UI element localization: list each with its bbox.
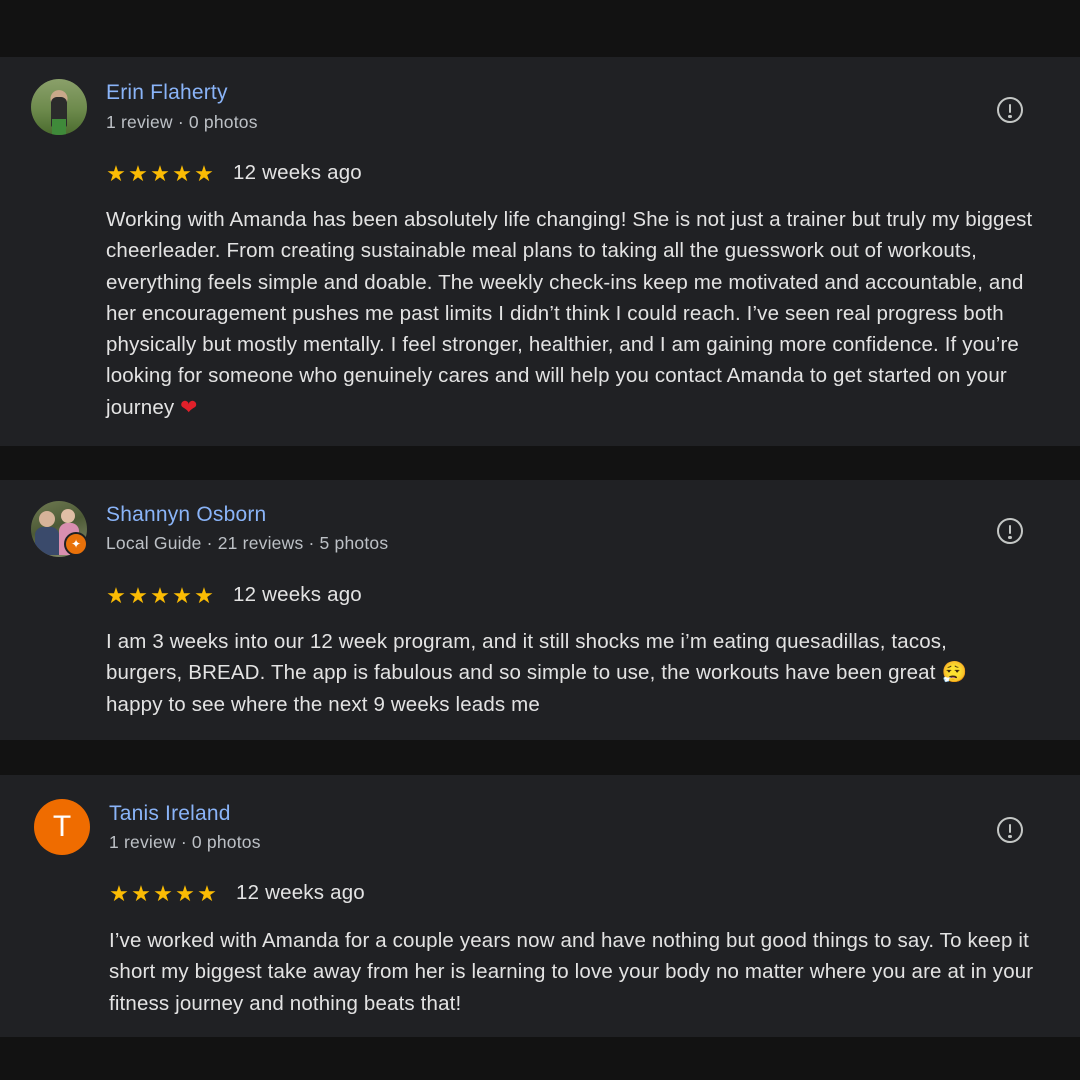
review-card: Erin Flaherty 1 review · 0 photos ★ ★ ★ … <box>0 57 1080 446</box>
review-text-line: happy to see where the next 9 weeks lead… <box>106 692 540 716</box>
reviewer-name[interactable]: Shannyn Osborn <box>106 503 266 527</box>
star-icon: ★ <box>106 583 126 608</box>
exhale-emoji: 😮‍💨 <box>941 661 968 685</box>
star-icon: ★ <box>194 583 214 608</box>
star-icon: ★ <box>172 161 192 186</box>
star-icon: ★ <box>150 583 170 608</box>
star-icon: ★ <box>197 881 217 906</box>
star-icon: ★ <box>175 881 195 906</box>
review-time: 12 weeks ago <box>233 161 362 184</box>
star-rating: ★ ★ ★ ★ ★ <box>106 161 214 187</box>
star-icon: ★ <box>128 583 148 608</box>
reviewer-meta: Local Guide · 21 reviews · 5 photos <box>106 533 389 553</box>
star-rating: ★ ★ ★ ★ ★ <box>106 583 214 609</box>
local-guide-badge-icon: ✦ <box>64 532 88 556</box>
review-text: I am 3 weeks into our 12 week program, a… <box>106 626 1051 720</box>
star-icon: ★ <box>106 161 126 186</box>
review-text-content: Working with Amanda has been absolutely … <box>106 208 1033 419</box>
report-flag-icon[interactable] <box>997 817 1023 843</box>
review-text: Working with Amanda has been absolutely … <box>106 204 1051 423</box>
review-text: I’ve worked with Amanda for a couple yea… <box>109 929 1034 1015</box>
heart-emoji: ❤ <box>180 395 198 419</box>
reviewer-avatar[interactable] <box>31 79 87 135</box>
reviewer-meta: 1 review · 0 photos <box>106 112 258 132</box>
review-card: T Tanis Ireland 1 review · 0 photos ★ ★ … <box>0 775 1080 1037</box>
review-time: 12 weeks ago <box>236 881 365 904</box>
star-icon: ★ <box>153 881 173 906</box>
review-time: 12 weeks ago <box>233 583 362 606</box>
star-icon: ★ <box>150 161 170 186</box>
reviewer-avatar[interactable]: T <box>34 799 90 855</box>
reviewer-name[interactable]: Tanis Ireland <box>109 802 231 826</box>
star-icon: ★ <box>131 881 151 906</box>
star-icon: ★ <box>194 161 214 186</box>
review-text-line: burgers, BREAD. The app is fabulous and … <box>106 657 1051 688</box>
review-text-segment: burgers, BREAD. The app is fabulous and … <box>106 661 936 685</box>
star-icon: ★ <box>109 881 129 906</box>
reviewer-meta: 1 review · 0 photos <box>109 832 261 852</box>
review-text-line: I am 3 weeks into our 12 week program, a… <box>106 630 948 653</box>
star-icon: ★ <box>172 583 192 608</box>
report-flag-icon[interactable] <box>997 97 1023 123</box>
star-rating: ★ ★ ★ ★ ★ <box>109 881 217 907</box>
reviewer-name[interactable]: Erin Flaherty <box>106 81 228 105</box>
star-icon: ★ <box>128 161 148 186</box>
report-flag-icon[interactable] <box>997 518 1023 544</box>
review-card: ✦ Shannyn Osborn Local Guide · 21 review… <box>0 480 1080 740</box>
